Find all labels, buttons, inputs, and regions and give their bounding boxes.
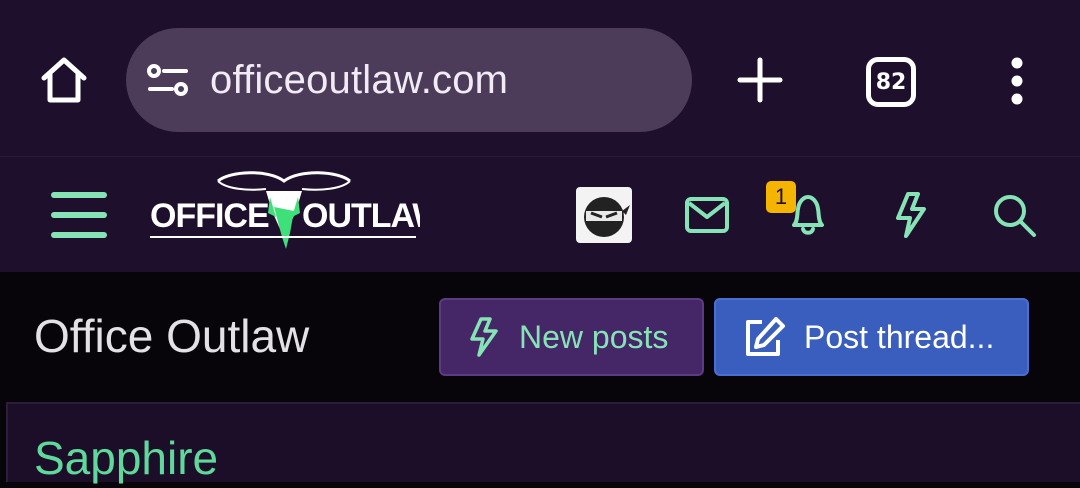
site-logo[interactable]: OFFICE OUTLAW — [148, 167, 420, 259]
home-icon[interactable] — [36, 52, 92, 108]
tab-count: 82 — [875, 69, 907, 95]
tab-switcher-button[interactable]: 82 — [866, 57, 916, 107]
lightning-icon[interactable] — [892, 191, 930, 239]
ninja-avatar-icon — [584, 197, 630, 237]
new-posts-label: New posts — [519, 318, 669, 355]
new-posts-button[interactable]: New posts — [439, 298, 704, 376]
mail-icon[interactable] — [684, 195, 730, 235]
svg-text:OFFICE: OFFICE — [150, 197, 269, 235]
site-header: OFFICE OUTLAW 1 — [0, 156, 1080, 272]
site-settings-icon[interactable] — [146, 62, 190, 98]
browser-toolbar: officeoutlaw.com 82 — [0, 0, 1080, 156]
search-icon[interactable] — [990, 191, 1038, 239]
address-bar[interactable]: officeoutlaw.com — [126, 28, 692, 132]
avatar[interactable] — [576, 187, 632, 243]
post-thread-label: Post thread... — [804, 318, 995, 355]
hamburger-menu-icon[interactable] — [50, 189, 108, 241]
page-title: Office Outlaw — [34, 310, 310, 362]
svg-text:OUTLAW: OUTLAW — [302, 197, 420, 235]
forum-section-card: Sapphire — [6, 402, 1080, 484]
section-title-link[interactable]: Sapphire — [34, 428, 218, 488]
url-text[interactable]: officeoutlaw.com — [210, 28, 508, 132]
notification-badge: 1 — [766, 181, 796, 213]
post-thread-button[interactable]: Post thread... — [714, 298, 1029, 376]
edit-icon — [746, 317, 785, 356]
lightning-icon — [470, 317, 498, 357]
new-tab-icon[interactable] — [736, 56, 784, 104]
more-menu-icon[interactable] — [1000, 56, 1034, 106]
